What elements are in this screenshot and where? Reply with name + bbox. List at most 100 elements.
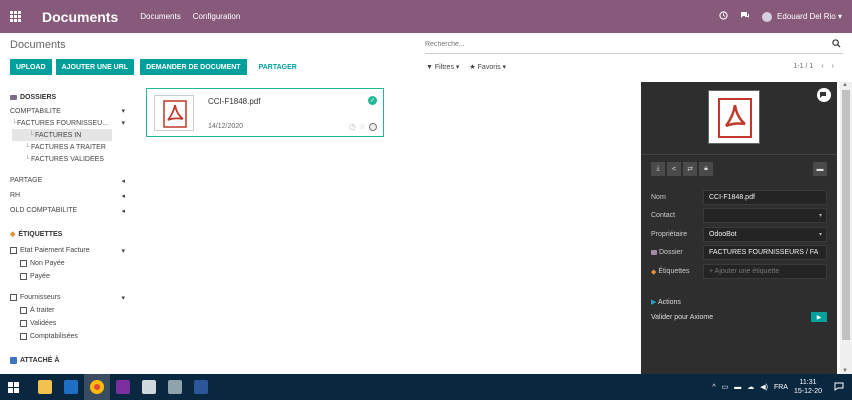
attached-heading: ATTACHÉ À: [10, 357, 135, 364]
owner-select[interactable]: OdooBot ▾: [703, 227, 827, 242]
tag-group-etat-paiement[interactable]: Etat Paiement Facture ▾: [0, 244, 135, 257]
tag-item-non-payee[interactable]: Non Payée: [0, 257, 135, 270]
onenote-icon[interactable]: [110, 374, 136, 400]
name-input[interactable]: CCI-F1848.pdf: [703, 190, 827, 205]
chevron-left-icon[interactable]: ◂: [121, 177, 125, 185]
pager-value[interactable]: 1-1 / 1: [793, 63, 813, 70]
folders-heading: DOSSIERS: [10, 94, 135, 101]
tag-item-comptabilisees[interactable]: Comptabilisées: [0, 330, 135, 343]
page-scrollbar[interactable]: ▲ ▼: [840, 82, 852, 374]
field-contact: Contact ▾: [651, 208, 827, 223]
download-icon[interactable]: ⤓: [651, 162, 665, 176]
calculator-icon[interactable]: [162, 374, 188, 400]
search-icon[interactable]: [832, 39, 841, 51]
tag-group-fournisseurs[interactable]: Fournisseurs ▾: [0, 291, 135, 304]
chevron-down-icon[interactable]: ▾: [121, 294, 125, 302]
replace-icon[interactable]: ⇄: [683, 162, 697, 176]
contact-select[interactable]: ▾: [703, 208, 827, 223]
language-indicator[interactable]: FRA: [774, 384, 788, 391]
sidebar-item-factures-fournisseurs[interactable]: └ FACTURES FOURNISSEU... ▾: [0, 117, 135, 129]
cloud-icon[interactable]: ☁: [747, 383, 754, 391]
tags-input[interactable]: + Ajouter une étiquette: [703, 264, 827, 279]
chevron-right-icon[interactable]: ›: [832, 63, 834, 70]
checkbox[interactable]: [20, 273, 27, 280]
chevron-down-icon[interactable]: ▾: [121, 119, 125, 127]
favorites-dropdown[interactable]: ★ Favoris ▾: [469, 63, 506, 71]
paperclip-icon: [10, 357, 17, 364]
share-icon[interactable]: <: [667, 162, 681, 176]
sidebar-item-partage[interactable]: PARTAGE ◂: [0, 173, 135, 188]
search-bar: [425, 37, 843, 54]
chevron-down-icon[interactable]: ▾: [121, 247, 125, 255]
chat-icon[interactable]: [740, 11, 750, 22]
windows-taskbar: ^ ▭ ▬ ☁ ◀) FRA 11:31 15-12-20: [0, 374, 852, 400]
chevron-left-icon[interactable]: ‹: [821, 63, 823, 70]
chevron-down-icon[interactable]: ▾: [121, 107, 125, 115]
notepad-icon[interactable]: [136, 374, 162, 400]
actions-toggle[interactable]: ▶ Actions: [651, 298, 681, 306]
pdf-icon: [163, 100, 187, 128]
sidebar-item-comptabilite[interactable]: COMPTABILITE ▾: [0, 105, 135, 117]
tags-heading: ◆ ÉTIQUETTES: [10, 230, 63, 239]
windows-start-icon[interactable]: [0, 374, 26, 400]
tag-icon: ◆: [651, 268, 657, 276]
menu-documents[interactable]: Documents: [140, 12, 180, 21]
upload-button[interactable]: UPLOAD: [10, 59, 52, 75]
sidebar-item-factures-a-traiter[interactable]: └ FACTURES A TRAITER: [0, 141, 135, 153]
user-menu[interactable]: Edouard Del Rio ▾: [761, 11, 842, 22]
sidebar-item-old-comptabilite[interactable]: OLD COMPTABILITE ◂: [0, 203, 135, 218]
sidebar-item-factures-validees[interactable]: └ FACTURES VALIDEES: [0, 153, 135, 165]
add-url-button[interactable]: AJOUTER UNE URL: [55, 59, 135, 75]
volume-icon[interactable]: ◀): [760, 383, 768, 391]
battery-icon[interactable]: ▬: [734, 384, 741, 391]
owner-avatar-icon[interactable]: [369, 122, 377, 131]
system-tray: ^ ▭ ▬ ☁ ◀) FRA 11:31 15-12-20: [712, 374, 844, 400]
outlook-icon[interactable]: [58, 374, 84, 400]
menu-configuration[interactable]: Configuration: [193, 12, 241, 21]
document-card[interactable]: CCI-F1848.pdf 14/12/2020 ✓ ◷ ☆: [146, 88, 384, 137]
chat-bubble-icon[interactable]: [817, 88, 831, 102]
filters-dropdown[interactable]: ▼ Filtres ▾: [426, 63, 459, 71]
chevron-up-icon[interactable]: ^: [712, 384, 715, 391]
scroll-thumb[interactable]: [842, 90, 850, 340]
trash-icon[interactable]: ▬: [813, 162, 827, 176]
validate-action-label: Valider pour Axiome: [651, 314, 714, 321]
notification-icon[interactable]: [834, 382, 844, 393]
sidebar-item-rh[interactable]: RH ◂: [0, 188, 135, 203]
apps-grid-icon[interactable]: [0, 0, 30, 33]
tag-item-validees[interactable]: Validées: [0, 317, 135, 330]
request-document-button[interactable]: DEMANDER DE DOCUMENT: [140, 59, 247, 75]
activity-clock-icon[interactable]: ◷: [349, 122, 356, 131]
network-icon[interactable]: ▭: [722, 383, 729, 391]
checkbox[interactable]: [10, 294, 17, 301]
checkbox[interactable]: [20, 260, 27, 267]
chevron-left-icon[interactable]: ◂: [121, 207, 125, 215]
file-explorer-icon[interactable]: [32, 374, 58, 400]
checkbox[interactable]: [20, 333, 27, 340]
clock-icon[interactable]: [719, 11, 728, 22]
scroll-up-icon[interactable]: ▲: [842, 82, 848, 88]
run-action-button[interactable]: ▶: [811, 312, 827, 322]
tag-item-a-traiter[interactable]: À traiter: [0, 304, 135, 317]
star-outline-icon[interactable]: ☆: [359, 122, 366, 131]
document-thumbnail[interactable]: [154, 95, 194, 131]
top-navbar: Documents Documents Configuration Edouar…: [0, 0, 852, 33]
chrome-icon[interactable]: [84, 374, 110, 400]
field-owner: Propriétaire OdooBot ▾: [651, 227, 827, 242]
sidebar-item-factures-in[interactable]: └ FACTURES IN: [12, 129, 112, 141]
document-date: 14/12/2020: [208, 123, 244, 130]
clock[interactable]: 11:31 15-12-20: [794, 378, 822, 396]
field-tags: ◆ Étiquettes + Ajouter une étiquette: [651, 264, 827, 279]
document-preview[interactable]: [708, 90, 760, 144]
checkbox[interactable]: [10, 247, 17, 254]
checkbox[interactable]: [20, 320, 27, 327]
document-name[interactable]: CCI-F1848.pdf: [208, 97, 260, 106]
chevron-left-icon[interactable]: ◂: [121, 192, 125, 200]
lock-icon[interactable]: 🔒︎: [699, 162, 713, 176]
share-button[interactable]: PARTAGER: [251, 59, 305, 75]
word-icon[interactable]: [188, 374, 214, 400]
checkbox[interactable]: [20, 307, 27, 314]
folder-select[interactable]: FACTURES FOURNISSEURS / FA: [703, 245, 827, 260]
tag-item-payee[interactable]: Payée: [0, 270, 135, 283]
search-input[interactable]: [425, 37, 825, 52]
